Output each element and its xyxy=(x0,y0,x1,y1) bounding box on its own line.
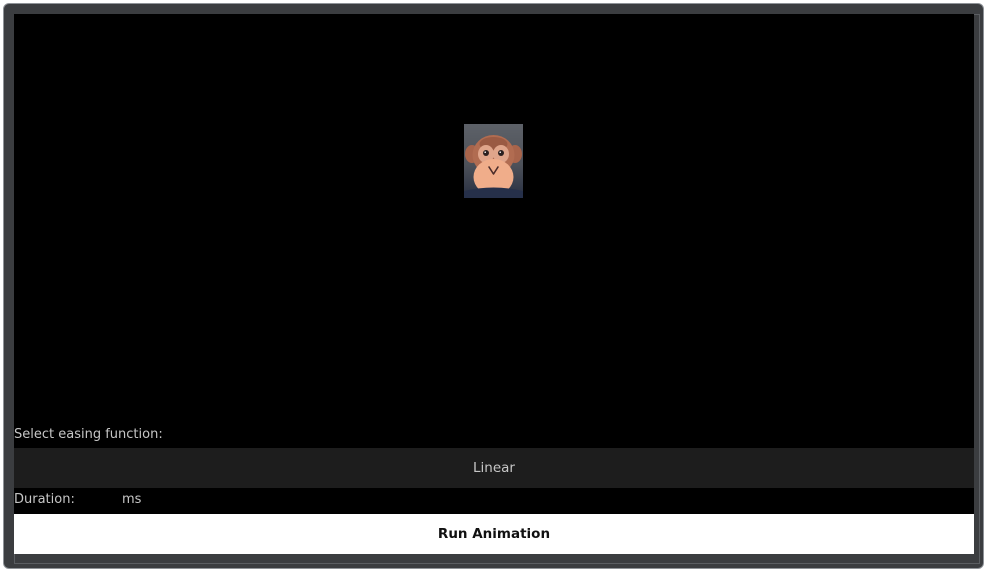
animation-stage xyxy=(14,14,974,426)
run-animation-button[interactable]: Run Animation xyxy=(14,514,974,554)
monkey-shirt xyxy=(464,187,523,198)
right-eye-highlight xyxy=(499,151,501,153)
easing-select[interactable]: Linear xyxy=(14,448,974,488)
animated-sprite xyxy=(464,124,523,198)
monkey-face-icon xyxy=(464,135,523,198)
easing-label: Select easing function: xyxy=(14,427,163,442)
easing-selected-value: Linear xyxy=(473,460,515,476)
left-eye xyxy=(483,150,489,156)
duration-label: Duration: xyxy=(14,492,75,507)
right-eye xyxy=(498,150,504,156)
duration-input[interactable] xyxy=(86,490,119,510)
animation-app: Select easing function: Linear Duration:… xyxy=(14,14,974,554)
duration-unit: ms xyxy=(122,492,142,507)
left-eye-highlight xyxy=(484,151,486,153)
